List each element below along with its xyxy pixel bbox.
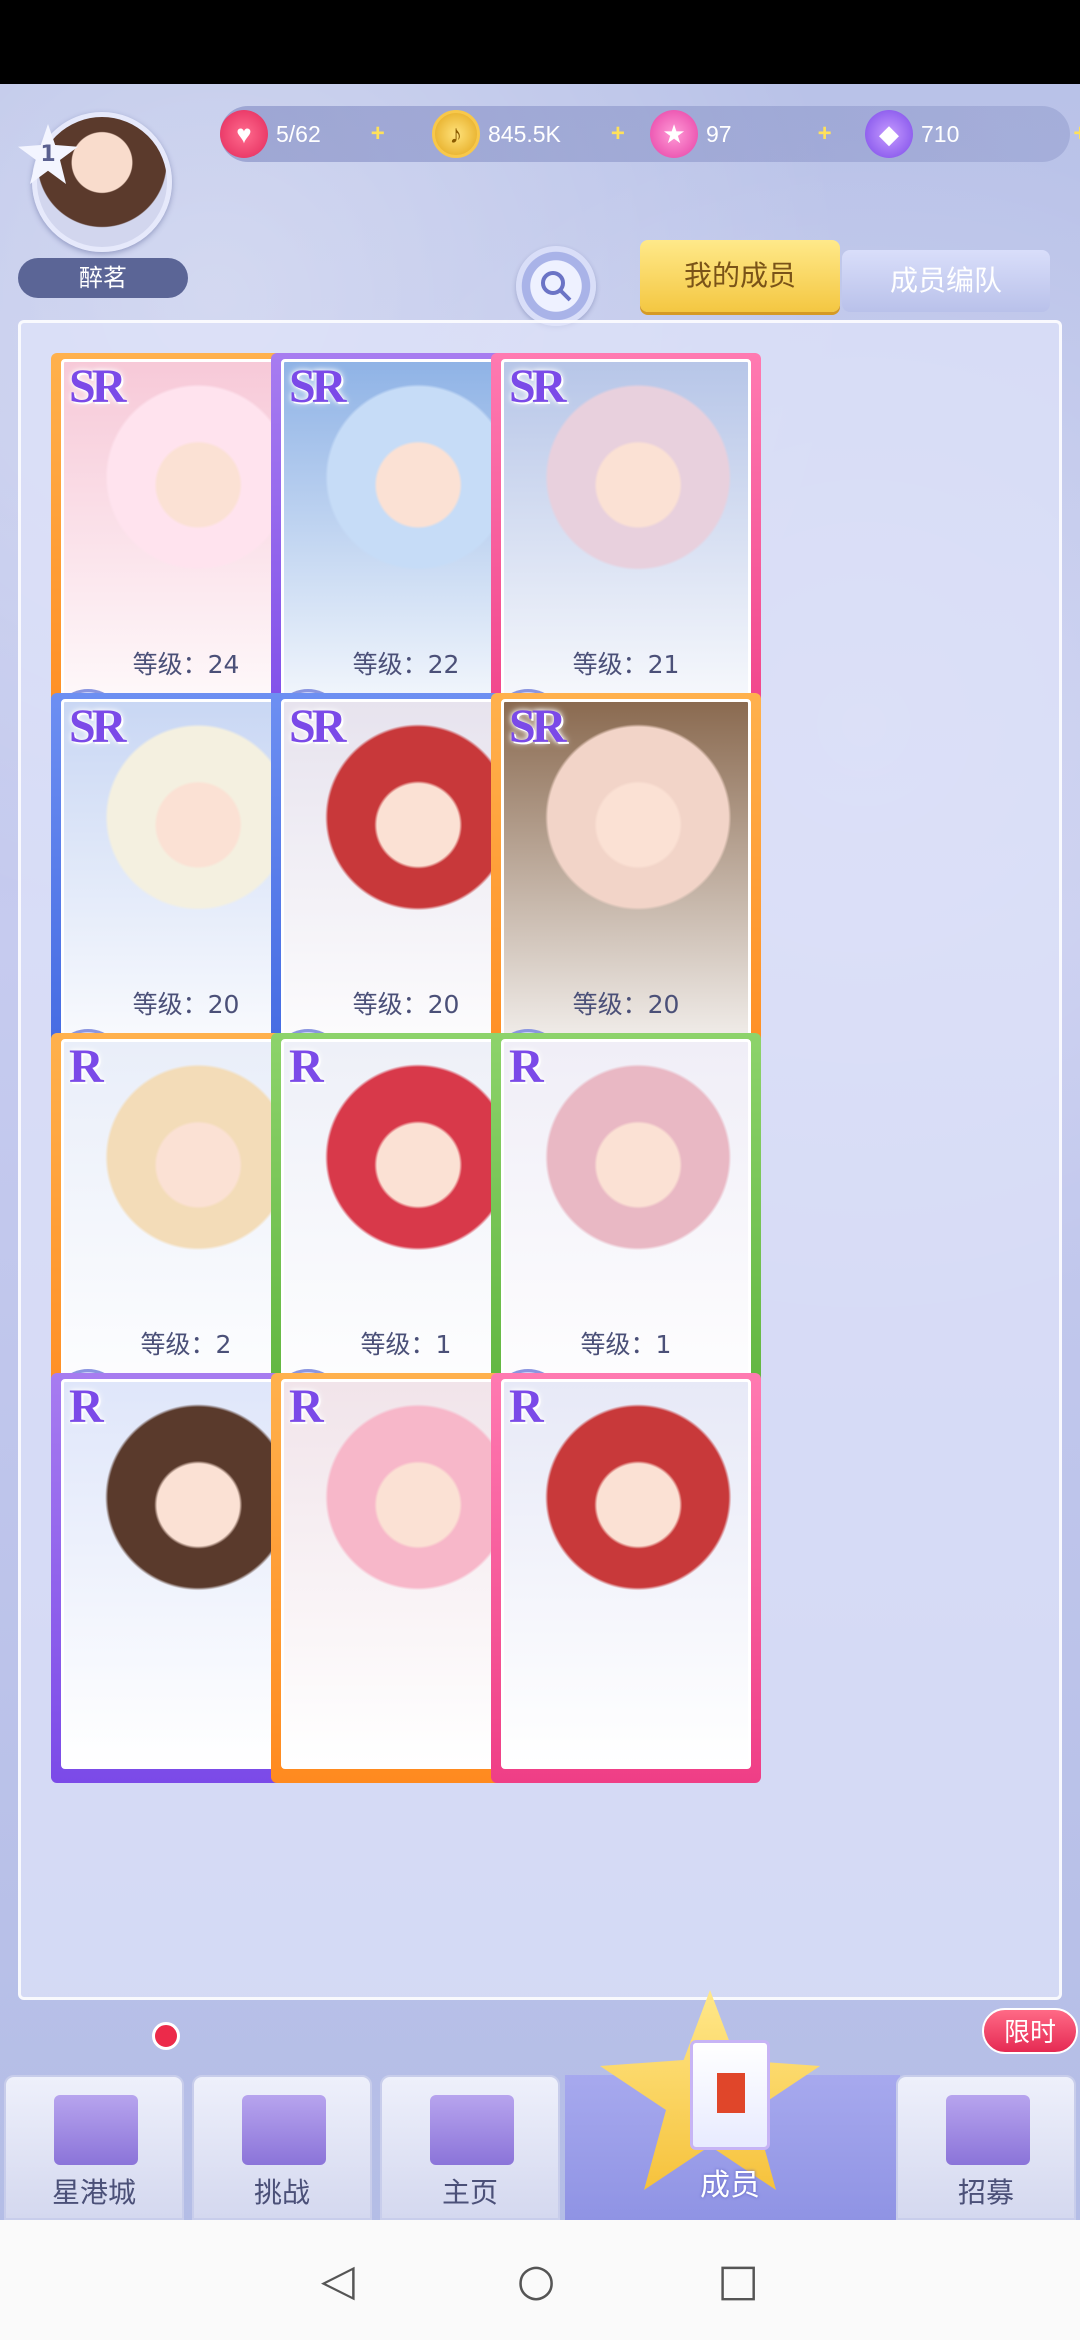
add-gem-button[interactable]: + [1073, 120, 1080, 148]
nav-recruit[interactable]: 招募 [896, 2075, 1076, 2220]
coin-value: 845.5K [488, 120, 561, 147]
star-harbor-icon [54, 2095, 138, 2165]
challenge-icon [242, 2095, 326, 2165]
rarity-label: SR [289, 360, 346, 413]
nav-challenge-label: 挑战 [253, 2176, 310, 2209]
add-coin-button[interactable]: + [611, 120, 625, 148]
home-circle-icon[interactable]: ○ [517, 2255, 555, 2306]
notification-dot [152, 2022, 180, 2050]
star-counter[interactable]: ★ 97 + [650, 106, 832, 162]
recent-apps-icon[interactable]: □ [717, 2255, 759, 2306]
gem-icon: ◆ [865, 110, 913, 158]
card-level-text: 等级：21 [572, 650, 680, 679]
member-grid: SR★★★★8POINTS等级：24SR★★★★8POINTS等级：22SR★★… [18, 320, 1062, 2000]
nav-members-label: 成员 [700, 2168, 760, 2203]
coin-counter[interactable]: ♪ 845.5K + [432, 106, 625, 162]
card-level-text: 等级：20 [572, 990, 680, 1019]
rarity-label: SR [69, 360, 126, 413]
rarity-label: SR [509, 700, 566, 753]
rarity-label: R [289, 1040, 324, 1093]
add-stamina-button[interactable]: + [371, 120, 385, 148]
star-icon: ★ [650, 110, 698, 158]
nav-challenge[interactable]: 挑战 [192, 2075, 372, 2220]
recruit-icon [946, 2095, 1030, 2165]
stamina-counter[interactable]: ♥ 5/62 + [220, 106, 385, 162]
system-navigation-bar: ◁ ○ □ [0, 2220, 1080, 2340]
rarity-label: R [69, 1380, 104, 1433]
rarity-label: R [509, 1040, 544, 1093]
player-name: 醉茗 [18, 258, 188, 298]
home-icon [430, 2095, 514, 2165]
gem-counter[interactable]: ◆ 710 + [865, 106, 1080, 162]
rarity-label: R [509, 1380, 544, 1433]
rarity-label: SR [69, 700, 126, 753]
heart-icon: ♥ [220, 110, 268, 158]
nav-star-harbor-label: 星港城 [51, 2176, 136, 2209]
rarity-label: SR [289, 700, 346, 753]
avatar[interactable] [32, 112, 172, 252]
status-bar [0, 0, 1080, 84]
gem-value: 710 [921, 120, 960, 147]
card-level-text: 等级：1 [580, 1330, 672, 1359]
tab-member-formation[interactable]: 成员编队 [842, 250, 1050, 312]
search-button[interactable] [516, 246, 596, 326]
rarity-label: SR [509, 360, 566, 413]
nav-home-label: 主页 [441, 2176, 498, 2209]
stamina-value: 5/62 [276, 120, 321, 147]
nav-recruit-label: 招募 [957, 2176, 1014, 2209]
game-screen: ♥ 5/62 + ♪ 845.5K + ★ 97 + ◆ 710 + 1 醉茗 … [0, 84, 1080, 2220]
members-card-icon [690, 2040, 770, 2150]
resource-bar: ♥ 5/62 + ♪ 845.5K + ★ 97 + ◆ 710 + [220, 106, 1080, 162]
rarity-label: R [289, 1380, 324, 1433]
member-card[interactable]: R [491, 1373, 771, 1803]
character-portrait [501, 1379, 751, 1769]
back-icon[interactable]: ◁ [321, 2255, 355, 2306]
limited-time-badge: 限时 [982, 2008, 1078, 2054]
tab-my-members[interactable]: 我的成员 [640, 240, 840, 312]
add-star-button[interactable]: + [818, 120, 832, 148]
coin-icon: ♪ [432, 110, 480, 158]
nav-star-harbor[interactable]: 星港城 [4, 2075, 184, 2220]
nav-home[interactable]: 主页 [380, 2075, 560, 2220]
rarity-label: R [69, 1040, 104, 1093]
search-icon [541, 271, 572, 302]
star-value: 97 [706, 120, 732, 147]
